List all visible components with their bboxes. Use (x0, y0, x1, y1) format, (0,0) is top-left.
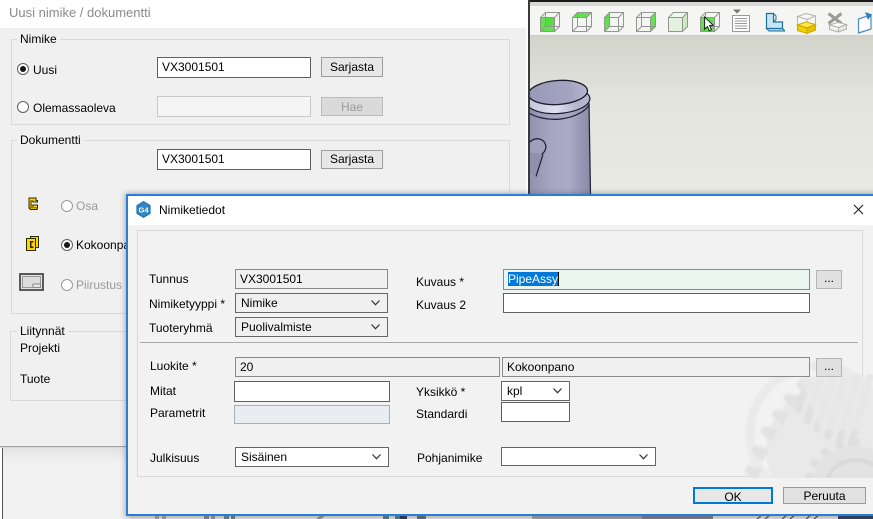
svg-text:G4: G4 (138, 206, 149, 215)
